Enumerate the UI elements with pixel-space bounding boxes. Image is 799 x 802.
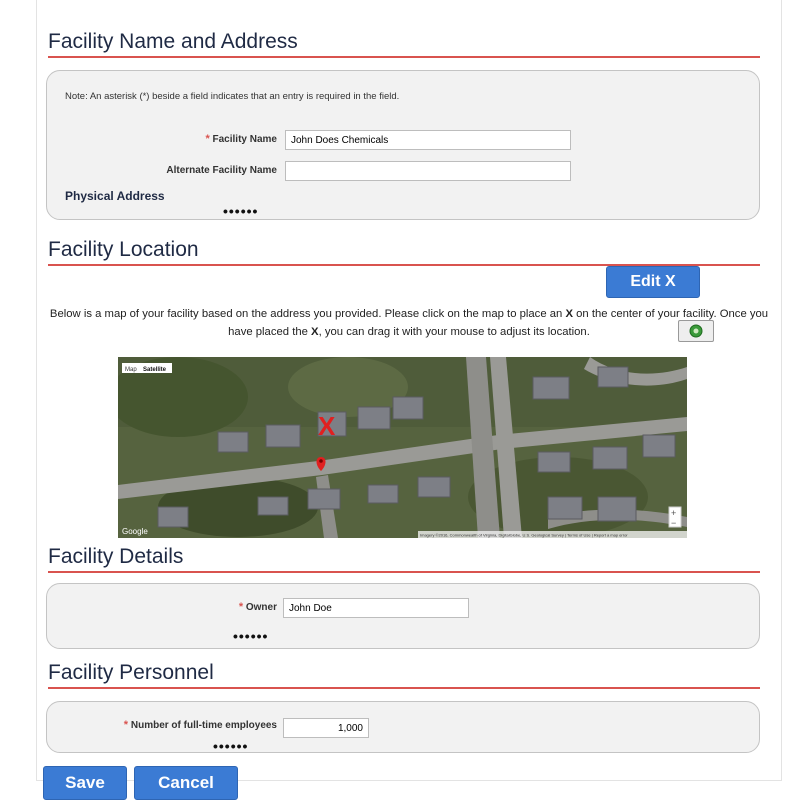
facility-name-label-text: Facility Name [212,134,277,145]
map-attribution: Imagery ©2016, Commonwealth of Virginia,… [420,533,628,538]
owner-label: * Owner [167,601,277,613]
owner-input[interactable] [283,598,469,618]
edit-x-button[interactable]: Edit X [606,266,700,298]
required-asterisk: * [205,133,210,145]
employees-input[interactable] [283,718,369,738]
details-panel: * Owner •••••• [46,583,760,649]
employees-label: * Number of full-time employees [77,719,277,731]
section-title-details: Facility Details [48,545,760,573]
owner-label-text: Owner [245,602,277,613]
map-instructions: Below is a map of your facility based on… [44,305,774,341]
employees-label-text: Number of full-time employees [130,720,277,731]
instructions-x-2: X [311,326,319,338]
map-type-map[interactable]: Map [125,367,137,373]
zoom-in-button[interactable]: + [671,508,676,518]
instructions-part-1: Below is a map of your facility based on… [49,308,566,320]
required-note: Note: An asterisk (*) beside a field ind… [65,91,400,102]
facility-name-label: * Facility Name [107,133,277,145]
required-asterisk: * [238,601,244,613]
section-title-location: Facility Location [48,238,760,266]
locate-icon [689,324,703,338]
name-address-panel: Note: An asterisk (*) beside a field ind… [46,70,760,220]
cancel-button[interactable]: Cancel [134,766,238,800]
map-type-satellite[interactable]: Satellite [143,367,167,373]
instructions-x-1: X [565,308,574,320]
google-logo: Google [122,527,148,536]
personnel-panel: * Number of full-time employees •••••• [46,701,760,754]
facility-name-input[interactable] [285,130,571,150]
expand-physical-address[interactable]: •••••• [223,203,258,219]
section-title-personnel: Facility Personnel [48,661,760,689]
facility-x-marker[interactable]: X [318,411,336,441]
alternate-facility-name-input[interactable] [285,161,571,181]
expand-personnel[interactable]: •••••• [213,738,248,754]
expand-details[interactable]: •••••• [233,628,268,644]
instructions-part-3: , you can drag it with your mouse to adj… [318,326,590,338]
zoom-out-button[interactable]: − [671,518,676,528]
locate-toggle-button[interactable] [678,320,714,342]
section-title-name-address: Facility Name and Address [48,30,760,58]
save-button[interactable]: Save [43,766,127,800]
alternate-facility-name-label: Alternate Facility Name [166,165,277,176]
required-asterisk: * [123,719,129,731]
physical-address-heading: Physical Address [65,189,165,203]
facility-map[interactable]: Map Satellite X Google Imagery ©2016, Co… [118,357,687,538]
satellite-imagery: Map Satellite X Google Imagery ©2016, Co… [118,357,687,538]
